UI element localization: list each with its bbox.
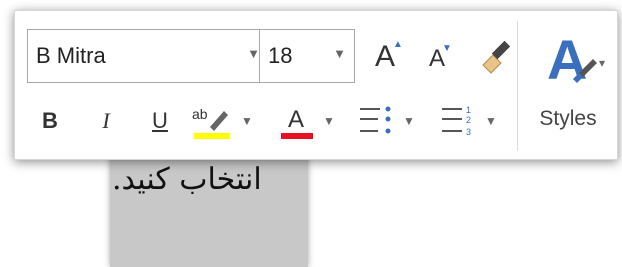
- italic-icon: I: [102, 108, 110, 133]
- underline-button[interactable]: U: [145, 101, 175, 141]
- numbering-button[interactable]: 1 2 3: [435, 101, 481, 141]
- bullets-icon: [360, 106, 391, 134]
- svg-text:1: 1: [466, 105, 471, 115]
- grow-font-icon: A: [374, 40, 395, 73]
- underline-icon: U: [152, 108, 168, 133]
- chevron-down-icon[interactable]: ▼: [321, 101, 337, 141]
- format-painter-icon: [482, 40, 511, 74]
- caret-up-icon: ▲: [393, 39, 403, 50]
- font-size-combobox[interactable]: 18 ▼: [259, 29, 355, 83]
- font-color-button[interactable]: A: [275, 101, 319, 141]
- chevron-down-icon[interactable]: ▼: [239, 101, 255, 141]
- svg-text:▾: ▾: [599, 56, 605, 70]
- caret-down-icon: ▼: [442, 43, 452, 54]
- font-color-icon: A: [281, 106, 313, 139]
- chevron-down-icon[interactable]: ▼: [483, 101, 499, 141]
- svg-text:A: A: [547, 28, 587, 91]
- svg-text:A: A: [288, 106, 304, 133]
- styles-icon: A ▾: [547, 28, 605, 91]
- svg-text:ab: ab: [192, 106, 208, 122]
- chevron-down-icon[interactable]: ▼: [401, 101, 417, 141]
- italic-button[interactable]: I: [91, 101, 121, 141]
- bold-button[interactable]: B: [35, 101, 65, 141]
- shrink-font-button[interactable]: A ▼: [420, 41, 454, 77]
- numbering-icon: 1 2 3: [442, 105, 471, 137]
- toolbar-divider: [517, 21, 518, 151]
- svg-text:3: 3: [466, 127, 471, 137]
- document-text[interactable]: انتخاب کنید.: [112, 162, 308, 197]
- font-name-value: B Mitra: [36, 43, 106, 68]
- mini-formatting-toolbar: B Mitra ▼ 18 ▼ A ▲ A ▼ A ▾ Styles B I U: [14, 10, 618, 160]
- bold-icon: B: [42, 108, 58, 133]
- styles-label: Styles: [539, 107, 597, 130]
- font-name-combobox[interactable]: B Mitra ▼: [27, 29, 269, 83]
- font-size-value: 18: [268, 43, 293, 68]
- highlighter-icon: ab: [192, 106, 230, 139]
- format-painter-button[interactable]: [477, 33, 517, 77]
- svg-text:2: 2: [466, 115, 471, 125]
- bullets-button[interactable]: [353, 101, 399, 141]
- chevron-down-icon[interactable]: ▼: [333, 46, 346, 61]
- grow-font-button[interactable]: A ▲: [367, 37, 403, 77]
- text-highlight-button[interactable]: ab: [187, 101, 237, 141]
